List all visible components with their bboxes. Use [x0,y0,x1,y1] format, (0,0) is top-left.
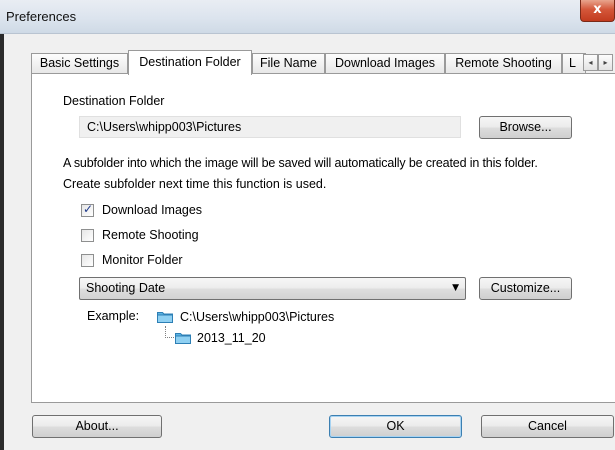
tree-connector [165,326,174,338]
cancel-label: Cancel [528,419,567,433]
destination-folder-heading: Destination Folder [63,94,165,108]
checkbox-label: Remote Shooting [102,228,199,242]
title-bar[interactable]: Preferences x [0,0,615,34]
tab-file-name[interactable]: File Name [252,53,325,74]
tab-label: Basic Settings [39,56,120,70]
subfolder-format-dropdown[interactable]: Shooting Date ▼ [79,277,466,300]
background-window-edge [0,34,4,450]
ok-button[interactable]: OK [329,415,462,438]
checkbox-box[interactable] [81,229,94,242]
preferences-window: Preferences x Basic Settings Destination… [0,0,615,450]
tab-scroll-right-button[interactable]: ▸ [598,54,613,71]
tab-download-images[interactable]: Download Images [325,53,445,74]
tab-label: Remote Shooting [455,56,552,70]
browse-label: Browse... [499,120,552,134]
window-title: Preferences [6,9,77,24]
tab-basic-settings[interactable]: Basic Settings [31,53,128,74]
subfolder-description-line2: Create subfolder next time this function… [63,177,327,191]
browse-button[interactable]: Browse... [479,116,572,139]
checkbox-label: Monitor Folder [102,253,183,267]
example-child-folder: 2013_11_20 [197,331,266,345]
example-root-path: C:\Users\whipp003\Pictures [180,310,335,324]
arrow-left-icon: ◂ [588,58,593,67]
destination-path-value: C:\Users\whipp003\Pictures [87,120,242,134]
example-label: Example: [87,309,140,323]
tab-scroll-left-button[interactable]: ◂ [583,54,598,71]
arrow-right-icon: ▸ [603,58,608,67]
tab-label: File Name [260,56,317,70]
check-icon: ✓ [83,202,94,216]
subfolder-description-line1: A subfolder into which the image will be… [63,156,538,170]
close-icon: x [593,2,602,17]
ok-label: OK [386,419,405,433]
chevron-down-icon: ▼ [452,283,459,293]
destination-path-field: C:\Users\whipp003\Pictures [79,116,461,138]
folder-icon [157,312,173,323]
close-button[interactable]: x [580,0,615,22]
checkbox-label: Download Images [102,203,203,217]
tab-label: L [569,56,576,70]
cancel-button[interactable]: Cancel [481,415,614,438]
tab-label: Download Images [334,56,436,70]
checkbox-box[interactable]: ✓ [81,202,94,217]
customize-button[interactable]: Customize... [479,277,572,300]
tab-destination-folder[interactable]: Destination Folder [128,50,252,75]
about-label: About... [75,419,119,433]
about-button[interactable]: About... [32,415,162,438]
checkbox-box[interactable] [81,254,94,267]
tab-label: Destination Folder [139,55,241,69]
folder-icon [175,333,191,344]
customize-label: Customize... [490,281,561,295]
dropdown-selected-value: Shooting Date [86,281,166,295]
tab-remote-shooting[interactable]: Remote Shooting [445,53,562,74]
